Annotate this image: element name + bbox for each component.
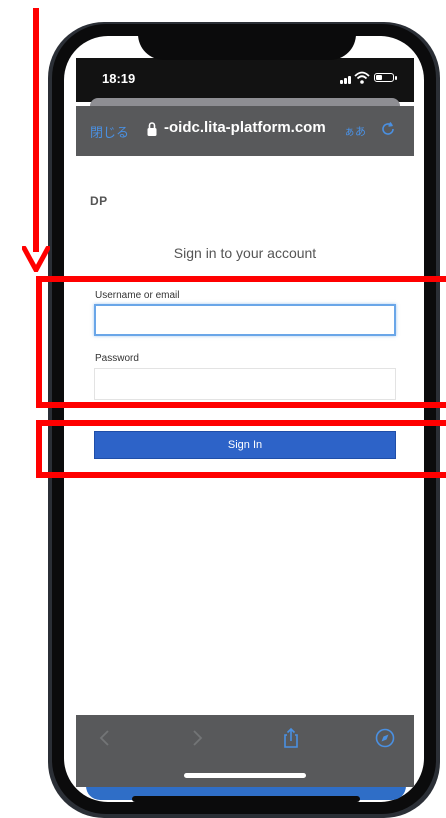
close-button[interactable]: 閉じる [90,122,129,141]
browser-toolbar [76,715,414,787]
back-icon[interactable] [94,727,116,749]
lock-icon [147,122,157,136]
battery-tip [395,76,397,80]
compass-icon[interactable] [374,727,396,749]
phone-bottom-edge-shadow [132,796,360,802]
status-bar: 18:19 [76,58,414,102]
url-text[interactable]: -oidc.lita-platform.com [164,119,326,136]
browser-bar: 閉じる -oidc.lita-platform.com ぁあ [76,106,414,156]
battery-icon [374,73,394,82]
annotation-box-signin [36,420,446,478]
phone-notch [138,24,356,60]
brand-label: DP [90,194,108,208]
status-time: 18:19 [102,71,136,86]
share-icon[interactable] [280,727,302,749]
annotation-box-credentials [36,276,446,408]
text-size-button[interactable]: ぁあ [344,123,366,139]
home-indicator [184,773,306,778]
page-title: Sign in to your account [173,245,317,261]
annotation-arrow-shaft [33,8,39,252]
reload-icon[interactable] [378,119,398,139]
annotation-arrow-head [22,246,50,272]
wifi-icon [354,71,370,84]
status-icons [340,70,400,86]
forward-icon[interactable] [186,727,208,749]
